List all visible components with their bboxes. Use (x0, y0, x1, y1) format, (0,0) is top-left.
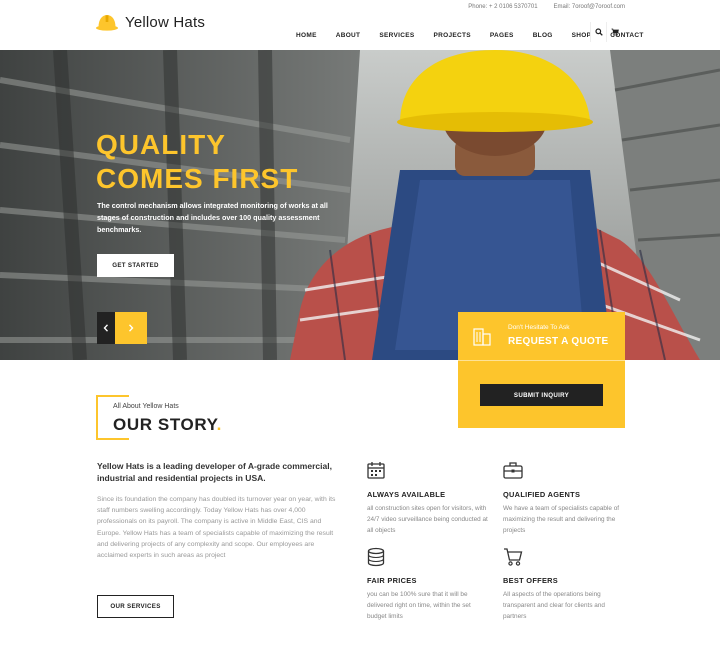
feature-title: QUALIFIED AGENTS (503, 490, 581, 499)
coins-icon (367, 547, 492, 567)
calendar-icon (367, 461, 492, 481)
hero-title-line1: QUALITY (96, 129, 226, 160)
story-body: Since its foundation the company has dou… (97, 496, 336, 560)
feature-title: BEST OFFERS (503, 576, 559, 585)
chevron-left-icon (103, 324, 109, 332)
hero-description: The control mechanism allows integrated … (97, 201, 328, 234)
logo-text: Yellow Hats (125, 13, 206, 31)
submit-inquiry-button[interactable]: SUBMIT INQUIRY (480, 384, 603, 406)
nav-pages[interactable]: PAGES (490, 32, 514, 39)
nav-services[interactable]: SERVICES (379, 32, 414, 39)
get-started-button[interactable]: GET STARTED (97, 254, 174, 277)
our-services-button[interactable]: OUR SERVICES (97, 595, 174, 618)
feature-text: all construction sites open for visitors… (367, 505, 488, 534)
phone-text: Phone: + 2 0106 5370701 (468, 4, 538, 10)
quote-header[interactable]: Don't Hesitate To Ask REQUEST A QUOTE (458, 312, 625, 360)
hard-hat-icon (96, 15, 118, 31)
feature-text: We have a team of specialists capable of… (503, 505, 620, 534)
logo[interactable]: Yellow Hats (96, 13, 205, 31)
nav-projects[interactable]: PROJECTS (433, 32, 470, 39)
feature-fair-prices: FAIR PRICES you can be 100% sure that it… (367, 547, 492, 622)
nav-shop[interactable]: SHOP (572, 32, 592, 39)
slider-next-button[interactable] (115, 312, 147, 344)
quote-title: REQUEST A QUOTE (508, 336, 609, 347)
site-header: Yellow Hats Phone: + 2 0106 5370701 Emai… (0, 0, 720, 52)
nav-blog[interactable]: BLOG (533, 32, 553, 39)
feature-title: ALWAYS AVAILABLE (367, 490, 446, 499)
quote-subtitle: Don't Hesitate To Ask (508, 324, 570, 331)
briefcase-icon (503, 461, 628, 481)
cart-icon[interactable] (606, 22, 622, 42)
search-icon[interactable] (590, 22, 606, 42)
story-title-dot: . (216, 415, 222, 434)
feature-qualified-agents: QUALIFIED AGENTS We have a team of speci… (503, 461, 628, 536)
feature-title: FAIR PRICES (367, 576, 417, 585)
cart-icon (503, 547, 628, 567)
story-title-text: OUR STORY (113, 415, 217, 434)
slider-prev-button[interactable] (97, 312, 115, 344)
building-icon (473, 326, 491, 351)
nav-icons (590, 22, 622, 42)
feature-text: you can be 100% sure that it will be del… (367, 591, 471, 620)
feature-best-offers: BEST OFFERS All aspects of the operation… (503, 547, 628, 622)
feature-always-available: ALWAYS AVAILABLE all construction sites … (367, 461, 492, 536)
story-eyebrow: All About Yellow Hats (113, 403, 179, 410)
story-title: OUR STORY. (113, 415, 222, 435)
story-lead: Yellow Hats is a leading developer of A-… (97, 461, 332, 483)
email-text[interactable]: Email: 7oroof@7oroof.com (554, 4, 625, 10)
nav-about[interactable]: ABOUT (336, 32, 361, 39)
nav-home[interactable]: HOME (296, 32, 317, 52)
feature-text: All aspects of the operations being tran… (503, 591, 605, 620)
contact-topbar: Phone: + 2 0106 5370701 Email: 7oroof@7o… (468, 4, 625, 10)
chevron-right-icon (128, 324, 134, 332)
hero-title: QUALITY COMES FIRST (96, 128, 298, 196)
hero-title-line2: COMES FIRST (96, 163, 299, 194)
quote-panel: SUBMIT INQUIRY (458, 360, 625, 428)
